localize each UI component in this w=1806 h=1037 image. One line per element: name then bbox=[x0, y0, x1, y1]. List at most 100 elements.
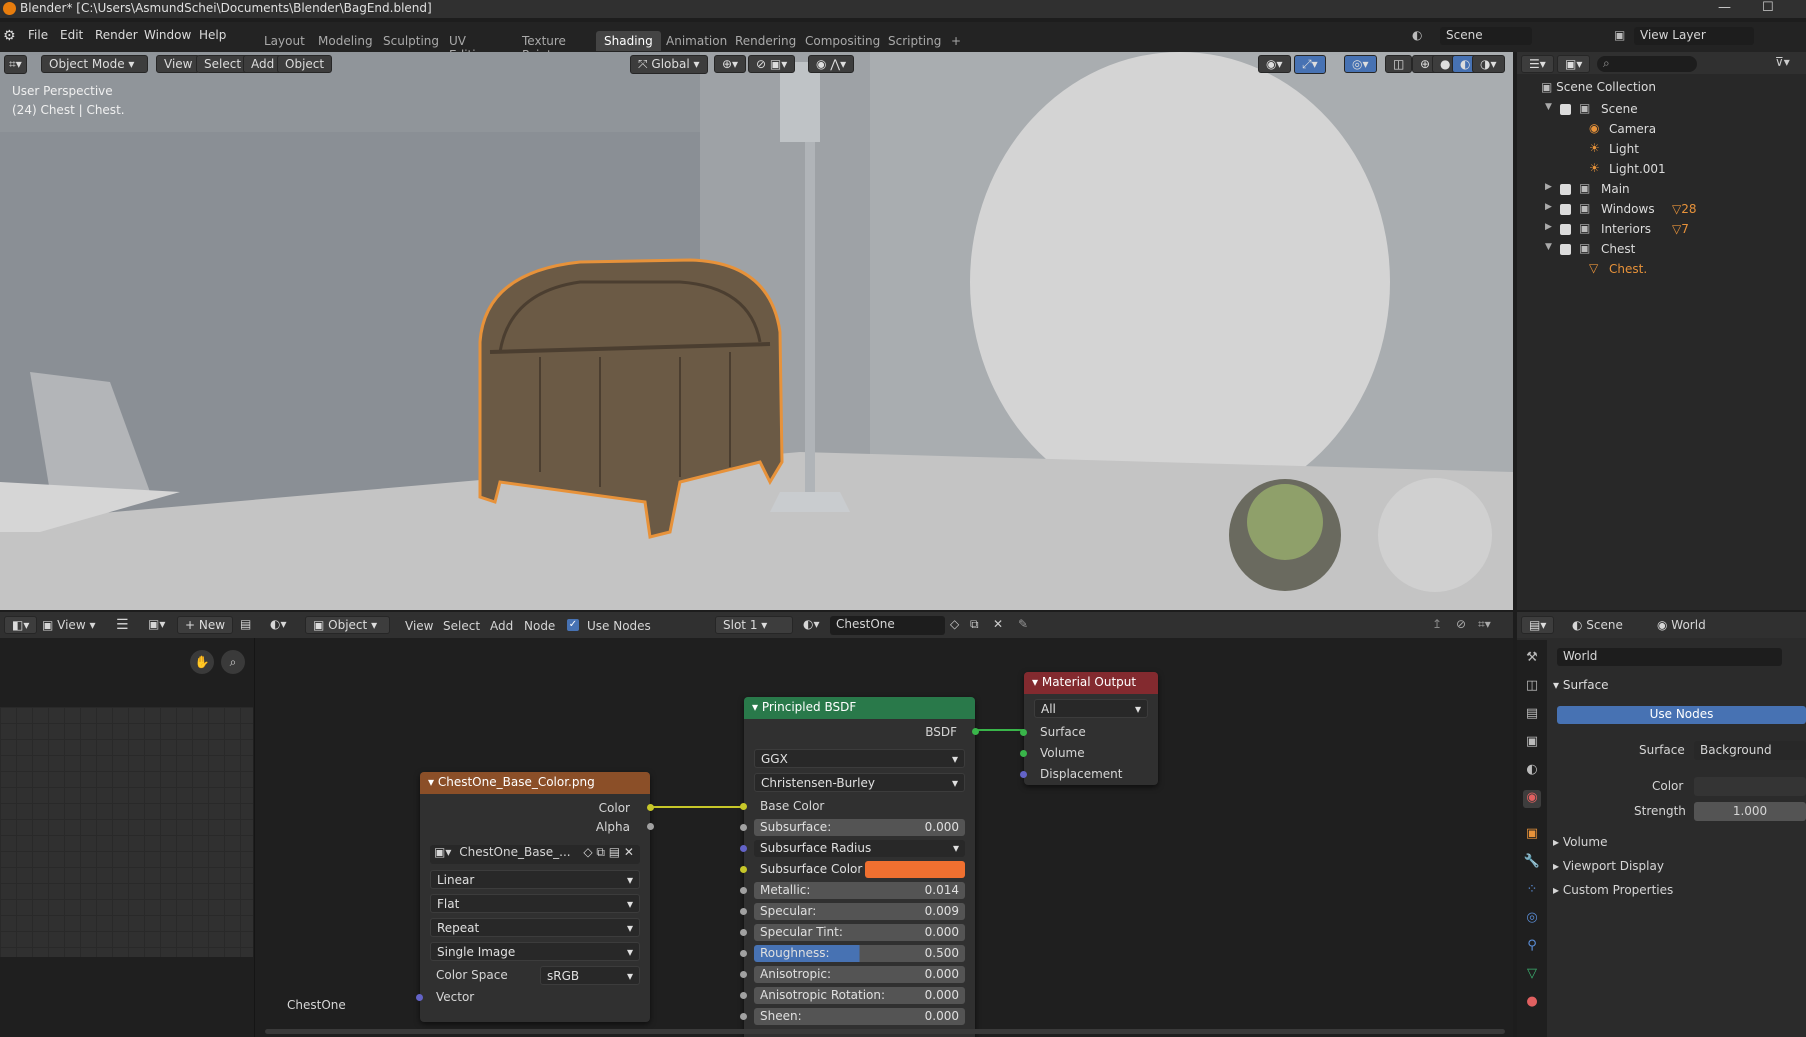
world-tab-icon[interactable]: ◉ bbox=[1523, 790, 1541, 808]
extension-dropdown[interactable]: Repeat ▾ bbox=[430, 918, 640, 937]
workspace-tab-modeling[interactable]: Modeling bbox=[310, 31, 381, 51]
outliner-row-interiors[interactable]: ▶ ▣ Interiors ▽7 bbox=[1517, 220, 1806, 240]
world-name-field[interactable]: World bbox=[1557, 648, 1782, 666]
image-datablock[interactable]: ▣▾ ChestOne_Base_... ◇ ⧉ ▤ ✕ bbox=[430, 845, 640, 864]
image-node-header[interactable]: ▾ ChestOne_Base_Color.png bbox=[420, 772, 650, 794]
specular-tint-field[interactable]: Specular Tint: 0.000 bbox=[754, 924, 965, 941]
input-socket[interactable] bbox=[740, 1013, 747, 1020]
scene-collection-row[interactable]: ▣ Scene Collection bbox=[1541, 80, 1656, 94]
workspace-tab-animation[interactable]: Animation bbox=[658, 31, 735, 51]
subsurface-color-field[interactable]: Subsurface Color bbox=[754, 861, 965, 878]
proportional-edit-icon[interactable]: ◉ ⋀▾ bbox=[808, 55, 855, 73]
outliner-row-main[interactable]: ▶ ▣ Main bbox=[1517, 180, 1806, 200]
vector-input-socket[interactable] bbox=[416, 994, 423, 1001]
minimize-icon[interactable]: — bbox=[1718, 0, 1731, 15]
object-tab-icon[interactable]: ▣ bbox=[1523, 826, 1541, 844]
xray-icon[interactable]: ◫ bbox=[1385, 55, 1413, 73]
strength-field[interactable]: 1.000 bbox=[1694, 802, 1806, 821]
world-breadcrumb[interactable]: ◉ World bbox=[1657, 618, 1706, 632]
menu-edit[interactable]: Edit bbox=[60, 28, 83, 42]
children-count-badge[interactable]: ▽28 bbox=[1672, 202, 1697, 216]
blender-menu-icon[interactable]: ⚙ bbox=[3, 28, 16, 44]
outliner-search-input[interactable]: ⌕ bbox=[1597, 56, 1697, 72]
expand-toggle-icon[interactable]: ▼ bbox=[1545, 242, 1552, 252]
filter-icon[interactable]: ⊽▾ bbox=[1775, 55, 1790, 69]
specular-field[interactable]: Specular: 0.009 bbox=[754, 903, 965, 920]
displacement-input-socket[interactable] bbox=[1020, 771, 1027, 778]
outliner-row-light-001[interactable]: ☀ Light.001 bbox=[1517, 160, 1806, 180]
horizontal-scrollbar[interactable] bbox=[265, 1029, 1505, 1034]
display-mode-icon[interactable]: ▣▾ bbox=[1557, 55, 1591, 73]
3d-viewport[interactable]: ⌗▾ Object Mode ▾ View Select Add Object … bbox=[0, 52, 1513, 610]
object-mode-dropdown[interactable]: Object Mode ▾ bbox=[41, 55, 148, 73]
exclude-checkbox[interactable] bbox=[1560, 184, 1571, 195]
exclude-checkbox[interactable] bbox=[1560, 224, 1571, 235]
mesh-data-tab-icon[interactable]: ▽ bbox=[1523, 966, 1541, 984]
exclude-checkbox[interactable] bbox=[1560, 104, 1571, 115]
color-output-socket[interactable] bbox=[647, 804, 654, 811]
chest-model[interactable] bbox=[470, 232, 810, 552]
subsurface-method-dropdown[interactable]: Christensen-Burley ▾ bbox=[754, 773, 965, 792]
transform-orientation-dropdown[interactable]: ⤧ Global ▾ bbox=[630, 55, 708, 74]
maximize-icon[interactable]: ☐ bbox=[1762, 0, 1774, 15]
node-editor[interactable]: ◧▾ ▣ View ▾ ☰ ▣▾ + New ▤ ◐▾ ▣ Object ▾ V… bbox=[0, 612, 1513, 1037]
constraints-tab-icon[interactable]: ⚲ bbox=[1523, 938, 1541, 956]
render-tab-icon[interactable]: ◫ bbox=[1523, 678, 1541, 696]
input-socket[interactable] bbox=[740, 866, 747, 873]
exclude-checkbox[interactable] bbox=[1560, 244, 1571, 255]
use-nodes-button[interactable]: Use Nodes bbox=[1557, 706, 1806, 724]
material-tab-icon[interactable]: ● bbox=[1523, 994, 1541, 1012]
source-dropdown[interactable]: Single Image ▾ bbox=[430, 942, 640, 961]
workspace-tab-layout[interactable]: Layout bbox=[256, 31, 313, 51]
workspace-tab-scripting[interactable]: Scripting bbox=[880, 31, 949, 51]
expand-toggle-icon[interactable]: ▶ bbox=[1545, 182, 1552, 192]
base-color-input-socket[interactable] bbox=[740, 803, 747, 810]
color-space-dropdown[interactable]: sRGB ▾ bbox=[540, 966, 640, 985]
menu-window[interactable]: Window bbox=[144, 28, 191, 42]
menu-help[interactable]: Help bbox=[199, 28, 226, 42]
input-socket[interactable] bbox=[740, 971, 747, 978]
subsurface-field[interactable]: Subsurface: 0.000 bbox=[754, 819, 965, 836]
bsdf-node-header[interactable]: ▾ Principled BSDF bbox=[744, 697, 975, 719]
scene-breadcrumb[interactable]: ◐ Scene bbox=[1572, 618, 1623, 632]
sheen-field[interactable]: Sheen: 0.000 bbox=[754, 1008, 965, 1025]
scene-selector[interactable]: Scene bbox=[1440, 27, 1532, 45]
bsdf-output-socket[interactable] bbox=[972, 728, 979, 735]
projection-dropdown[interactable]: Flat ▾ bbox=[430, 894, 640, 913]
modifier-tab-icon[interactable]: 🔧 bbox=[1523, 854, 1541, 872]
particles-tab-icon[interactable]: ⁘ bbox=[1523, 882, 1541, 900]
expand-toggle-icon[interactable]: ▶ bbox=[1545, 222, 1552, 232]
image-texture-node[interactable]: ▾ ChestOne_Base_Color.png Color Alpha ▣▾… bbox=[416, 772, 654, 1022]
pivot-icon[interactable]: ⊕▾ bbox=[714, 55, 747, 73]
viewport-menu-object[interactable]: Object bbox=[277, 55, 333, 73]
image-actions-icon[interactable]: ◇ ⧉ ▤ ✕ bbox=[583, 845, 634, 860]
viewport-menu-select[interactable]: Select bbox=[196, 55, 250, 73]
outliner-row-chest[interactable]: ▽ Chest. bbox=[1517, 260, 1806, 280]
output-node-header[interactable]: ▾ Material Output bbox=[1024, 672, 1158, 694]
outliner-row-windows[interactable]: ▶ ▣ Windows ▽28 bbox=[1517, 200, 1806, 220]
output-tab-icon[interactable]: ▤ bbox=[1523, 706, 1541, 724]
physics-tab-icon[interactable]: ◎ bbox=[1523, 910, 1541, 928]
workspace-tab-compositing[interactable]: Compositing bbox=[797, 31, 888, 51]
input-socket[interactable] bbox=[740, 845, 747, 852]
view-layer-tab-icon[interactable]: ▣ bbox=[1523, 734, 1541, 752]
snap-icon[interactable]: ⊘ ▣▾ bbox=[748, 55, 796, 73]
scene-tab-icon[interactable]: ◐ bbox=[1523, 762, 1541, 780]
subsurface-color-swatch[interactable] bbox=[865, 861, 965, 878]
workspace-tab-rendering[interactable]: Rendering bbox=[727, 31, 804, 51]
alpha-output-socket[interactable] bbox=[647, 823, 654, 830]
properties-editor-icon[interactable]: ▤▾ bbox=[1521, 616, 1555, 634]
outliner-row-camera[interactable]: ◉ Camera bbox=[1517, 120, 1806, 140]
visibility-icon[interactable]: ◉▾ bbox=[1258, 55, 1291, 73]
input-socket[interactable] bbox=[740, 824, 747, 831]
exclude-checkbox[interactable] bbox=[1560, 204, 1571, 215]
children-count-badge[interactable]: ▽7 bbox=[1672, 222, 1689, 236]
principled-bsdf-node[interactable]: ▾ Principled BSDF BSDF GGX ▾ Christensen-… bbox=[740, 697, 979, 1037]
outliner-editor-icon[interactable]: ☰▾ bbox=[1521, 55, 1554, 73]
workspace-tab-sculpting[interactable]: Sculpting bbox=[375, 31, 447, 51]
volume-input-socket[interactable] bbox=[1020, 750, 1027, 757]
surface-shader-field[interactable]: Background bbox=[1694, 741, 1806, 760]
editor-type-icon[interactable]: ⌗▾ bbox=[4, 55, 27, 74]
custom-properties-panel[interactable]: ▸ Custom Properties bbox=[1553, 883, 1673, 897]
input-socket[interactable] bbox=[740, 908, 747, 915]
